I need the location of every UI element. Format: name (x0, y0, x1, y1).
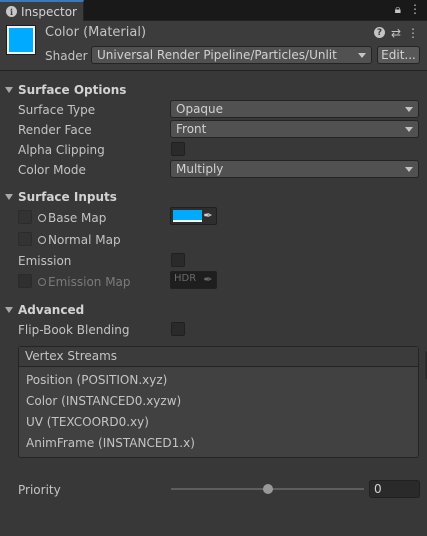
window-tab-bar: i Inspector 🔒︎ ⋮ (0, 0, 427, 21)
surface-type-dropdown[interactable]: Opaque (170, 100, 419, 118)
emission-map-label: Emission Map (38, 275, 131, 289)
emission-label: Emission (18, 254, 72, 268)
flip-book-checkbox[interactable] (171, 322, 185, 336)
base-map-label-text: Base Map (48, 211, 107, 225)
advanced-title: Advanced (18, 303, 85, 317)
info-icon: i (6, 6, 17, 17)
vertex-streams-list: Position (POSITION.xyz) Color (INSTANCED… (19, 367, 418, 454)
help-icon[interactable]: ? (373, 27, 385, 38)
chevron-down-icon (405, 127, 413, 132)
object-picker-icon (38, 278, 46, 286)
vertex-stream-item: UV (TEXCOORD0.xy) (26, 415, 149, 429)
color-mode-label: Color Mode (18, 163, 86, 177)
normal-map-label-text: Normal Map (48, 233, 121, 247)
context-menu-icon[interactable]: ⋮ (407, 26, 419, 40)
surface-type-label: Surface Type (18, 103, 96, 117)
vertex-stream-item: Position (POSITION.xyz) (26, 373, 168, 387)
tab-inspector[interactable]: i Inspector (0, 0, 84, 21)
foldout-arrow-icon (5, 307, 13, 313)
hdr-label: HDR (174, 273, 197, 284)
flip-book-label: Flip-Book Blending (18, 323, 130, 337)
shader-label: Shader (45, 49, 88, 63)
vertex-streams-header: Vertex Streams (19, 347, 418, 367)
priority-label: Priority (18, 483, 61, 497)
color-mode-dropdown[interactable]: Multiply (170, 160, 419, 178)
eyedropper-icon: ✒ (203, 273, 213, 286)
base-map-texture-slot[interactable] (18, 210, 32, 224)
render-face-dropdown[interactable]: Front (170, 120, 419, 138)
edit-shader-button[interactable]: Edit... (377, 46, 420, 64)
more-menu-icon[interactable]: ⋮ (409, 2, 421, 17)
chevron-down-icon (358, 53, 366, 58)
priority-slider-thumb[interactable] (262, 484, 273, 494)
shader-dropdown[interactable]: Universal Render Pipeline/Particles/Unli… (91, 46, 372, 64)
emission-checkbox[interactable] (171, 253, 185, 267)
advanced-foldout[interactable]: Advanced (5, 303, 84, 317)
vertex-stream-item: AnimFrame (INSTANCED1.x) (26, 436, 195, 450)
material-title: Color (Material) (45, 25, 147, 40)
surface-inputs-title: Surface Inputs (18, 190, 117, 204)
material-preview-swatch[interactable] (6, 25, 36, 55)
object-picker-icon[interactable] (38, 236, 46, 244)
vertex-streams-box: Vertex Streams Position (POSITION.xyz) C… (18, 346, 419, 458)
object-picker-icon[interactable] (38, 214, 46, 222)
render-face-label: Render Face (18, 123, 92, 137)
vertex-stream-item: Color (INSTANCED0.xyzw) (26, 394, 182, 408)
chevron-down-icon (405, 167, 413, 172)
inspector-panel: Color (Material) ? ⇄ ⋮ Shader Universal … (0, 21, 427, 536)
header-icons: ? ⇄ ⋮ (373, 26, 419, 40)
eyedropper-icon[interactable]: ✒ (202, 209, 214, 223)
surface-options-foldout[interactable]: Surface Options (5, 83, 126, 97)
tab-inspector-label: Inspector (21, 4, 77, 19)
lock-icon[interactable]: 🔒︎ (395, 2, 401, 17)
alpha-clipping-label: Alpha Clipping (18, 143, 105, 157)
material-preview-color (9, 28, 33, 52)
surface-type-value: Opaque (176, 102, 224, 116)
color-mode-value: Multiply (176, 162, 224, 176)
base-map-label: Base Map (38, 211, 106, 225)
emission-map-label-text: Emission Map (48, 275, 131, 289)
surface-inputs-foldout[interactable]: Surface Inputs (5, 190, 117, 204)
base-map-color-swatch (173, 210, 202, 222)
surface-options-title: Surface Options (18, 83, 127, 97)
alpha-clipping-checkbox[interactable] (171, 142, 185, 156)
shader-dropdown-value: Universal Render Pipeline/Particles/Unli… (97, 48, 337, 62)
material-header: Color (Material) ? ⇄ ⋮ Shader Universal … (0, 21, 427, 71)
preset-settings-icon[interactable]: ⇄ (391, 26, 401, 40)
emission-map-texture-slot (18, 274, 32, 288)
foldout-arrow-icon (5, 194, 13, 200)
render-face-value: Front (176, 122, 207, 136)
emission-color-field: HDR ✒ (170, 271, 217, 289)
base-map-color-field[interactable]: ✒ (170, 207, 217, 225)
normal-map-texture-slot[interactable] (18, 232, 32, 246)
chevron-down-icon (405, 107, 413, 112)
foldout-arrow-icon (5, 87, 13, 93)
normal-map-label: Normal Map (38, 233, 121, 247)
priority-value-field[interactable]: 0 (369, 480, 420, 498)
tab-controls: 🔒︎ ⋮ (395, 2, 421, 17)
